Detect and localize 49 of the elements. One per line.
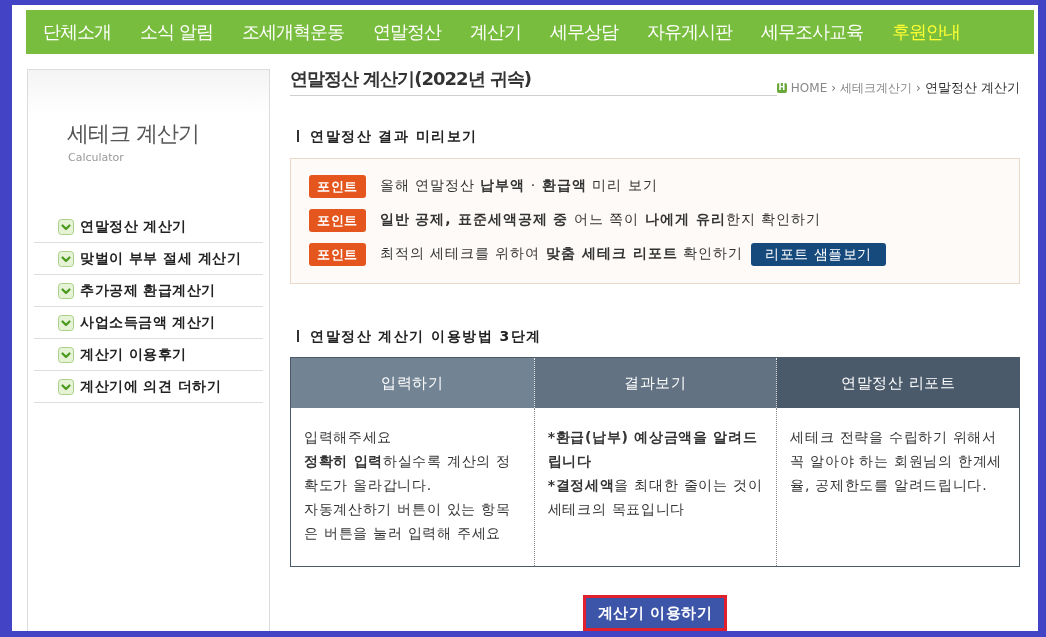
sidebar-menu-item[interactable]: 계산기 이용후기 [34, 339, 263, 371]
chevron-down-icon [58, 250, 74, 267]
step-header: 결과보기 [533, 358, 777, 408]
point-text: 올해 연말정산 납부액 · 환급액 미리 보기 [379, 177, 658, 195]
point-text: 일반 공제, 표준세액공제 중 어느 쪽이 나에게 유리한지 확인하기 [379, 211, 822, 229]
report-sample-button[interactable]: 리포트 샘플보기 [751, 242, 886, 266]
breadcrumb-link[interactable]: 세테크계산기 [840, 80, 913, 96]
breadcrumb-separator: › [916, 80, 921, 96]
breadcrumb-link[interactable]: HOME [790, 80, 828, 96]
page-title: 연말정산 계산기(2022년 귀속) [290, 69, 532, 89]
breadcrumb-current: 연말정산 계산기 [924, 80, 1020, 96]
calculator-start-button[interactable]: 계산기 이용하기 [582, 595, 728, 631]
nav-link[interactable]: 후원안내 [891, 20, 960, 44]
nav-link[interactable]: 세무조사교육 [760, 20, 863, 44]
point-badge: 포인트 [309, 208, 366, 232]
step-header: 연말정산 리포트 [776, 358, 1019, 408]
sidebar-menu-item[interactable]: 추가공제 환급계산기 [34, 275, 263, 307]
nav-link[interactable]: 자유게시판 [646, 20, 732, 44]
step-text: *환급(납부) 예상금액을 알려드립니다 [547, 428, 759, 471]
nav-link[interactable]: 소식 알림 [140, 20, 213, 44]
step-text: *결정세액을 최대한 줄이는 것이 세테크의 목표입니다 [547, 476, 764, 519]
step-text: 입력해주세요 [304, 428, 394, 447]
step-text: 자동계산하기 버튼이 있는 항목은 버튼을 눌러 입력해 주세요 [304, 500, 512, 543]
sidebar-menu-item[interactable]: 연말정산 계산기 [34, 211, 263, 243]
section-heading: 연말정산 결과 미리보기 [310, 127, 478, 146]
sidebar-subtitle: Calculator [68, 151, 124, 165]
chevron-down-icon [58, 314, 74, 331]
nav-link[interactable]: 계산기 [469, 20, 521, 44]
nav-link[interactable]: 단체소개 [43, 20, 111, 44]
home-badge: H [776, 83, 787, 93]
point-badge: 포인트 [309, 174, 366, 198]
chevron-down-icon [58, 218, 74, 235]
sidebar-menu-item[interactable]: 맞벌이 부부 절세 계산기 [34, 243, 263, 275]
nav-link[interactable]: 연말정산 [372, 20, 441, 44]
chevron-down-icon [58, 378, 74, 395]
nav-link[interactable]: 세무상담 [549, 20, 618, 44]
sidebar-menu-item[interactable]: 계산기에 의견 더하기 [34, 371, 263, 403]
step-text: 정확히 입력하실수록 계산의 정확도가 올라갑니다. [304, 452, 512, 495]
step-header: 입력하기 [291, 358, 534, 408]
sidebar-menu-item[interactable]: 사업소득금액 계산기 [34, 307, 263, 339]
sidebar-title: 세테크 계산기 [67, 120, 199, 148]
point-text: 최적의 세테크를 위하여 맞춤 세테크 리포트 확인하기 [379, 245, 744, 263]
section-heading: 연말정산 계산기 이용방법 3단계 [310, 327, 542, 346]
chevron-down-icon [58, 346, 74, 363]
chevron-down-icon [58, 282, 74, 299]
step-text: 세테크 전략을 수립하기 위해서 꼭 알아야 하는 회원님의 한계세율, 공제한도를 알려드립니다. [790, 428, 1004, 495]
point-badge: 포인트 [309, 242, 366, 266]
nav-link[interactable]: 조세개혁운동 [241, 20, 344, 44]
breadcrumb-separator: › [831, 80, 837, 96]
